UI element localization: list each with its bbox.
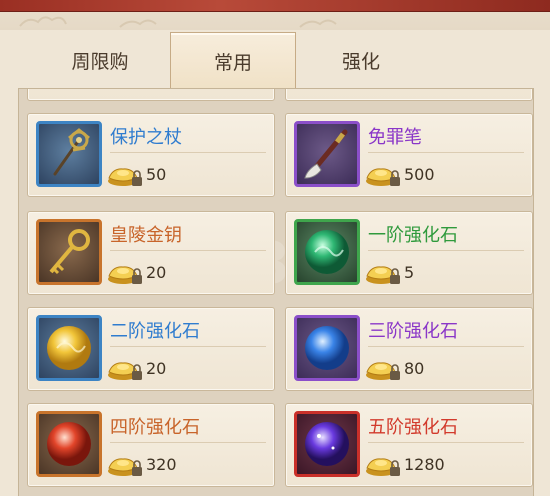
item-price: 80 xyxy=(364,354,424,382)
item-price: 320 xyxy=(106,450,177,478)
item-card[interactable]: 三阶强化石 80 xyxy=(285,307,533,391)
item-card[interactable]: 二阶强化石 20 xyxy=(27,307,275,391)
item-name: 一阶强化石 xyxy=(368,225,458,246)
gold-ingot-lock-icon xyxy=(108,168,142,186)
tab-common[interactable]: 常用 xyxy=(170,32,296,89)
staff-icon[interactable] xyxy=(36,121,102,187)
gold-ingot-lock-icon xyxy=(366,362,400,380)
gold-ingot-lock-icon xyxy=(366,266,400,284)
divider xyxy=(368,346,524,347)
tab-weekly-limited[interactable]: 周限购 xyxy=(30,36,170,84)
item-price: 5 xyxy=(364,258,414,286)
price-value: 5 xyxy=(404,262,415,282)
tab-bar: 周限购 常用 强化 xyxy=(0,30,550,89)
item-card[interactable]: 四阶强化石 320 xyxy=(27,403,275,487)
item-card[interactable]: 皇陵金钥 20 xyxy=(27,211,275,295)
price-value: 80 xyxy=(404,358,425,378)
red-orb-icon[interactable] xyxy=(36,411,102,477)
divider xyxy=(368,152,524,153)
item-price: 20 xyxy=(106,354,166,382)
window-top-border xyxy=(0,0,550,30)
divider xyxy=(110,250,266,251)
divider xyxy=(368,250,524,251)
tab-enhance[interactable]: 强化 xyxy=(294,36,428,84)
item-name: 二阶强化石 xyxy=(110,321,200,342)
item-card[interactable]: 五阶强化石 1280 xyxy=(285,403,533,487)
gold-ingot-lock-icon xyxy=(366,458,400,476)
price-value: 50 xyxy=(146,164,167,184)
tab-label: 常用 xyxy=(213,51,252,74)
blue-orb-icon[interactable] xyxy=(294,315,360,381)
cloud-pattern-decoration xyxy=(19,16,337,28)
item-name: 五阶强化石 xyxy=(368,417,458,438)
price-value: 20 xyxy=(146,262,167,282)
item-name: 四阶强化石 xyxy=(110,417,200,438)
item-name: 保护之杖 xyxy=(110,127,182,148)
item-price: 20 xyxy=(106,258,166,286)
gold-ingot-lock-icon xyxy=(108,362,142,380)
price-value: 500 xyxy=(404,164,435,184)
item-name: 三阶强化石 xyxy=(368,321,458,342)
item-name: 皇陵金钥 xyxy=(110,225,182,246)
price-value: 20 xyxy=(146,358,167,378)
item-name: 免罪笔 xyxy=(368,127,422,148)
item-price: 1280 xyxy=(364,450,445,478)
divider xyxy=(110,152,266,153)
item-card[interactable]: 一阶强化石 5 xyxy=(285,211,533,295)
gold-ingot-lock-icon xyxy=(366,168,400,186)
divider xyxy=(110,442,266,443)
item-price: 50 xyxy=(106,160,166,188)
item-card-partial xyxy=(285,89,533,101)
price-value: 320 xyxy=(146,454,177,474)
item-price: 500 xyxy=(364,160,435,188)
brush-icon[interactable] xyxy=(294,121,360,187)
divider xyxy=(110,346,266,347)
item-card[interactable]: 保护之杖 50 xyxy=(27,113,275,197)
item-card[interactable]: 免罪笔 500 xyxy=(285,113,533,197)
divider xyxy=(368,442,524,443)
gold-ingot-lock-icon xyxy=(108,458,142,476)
golden-key-icon[interactable] xyxy=(36,219,102,285)
yellow-orb-icon[interactable] xyxy=(36,315,102,381)
tab-label: 周限购 xyxy=(71,50,129,73)
price-value: 1280 xyxy=(404,454,445,474)
violet-orb-icon[interactable] xyxy=(294,411,360,477)
green-orb-icon[interactable] xyxy=(294,219,360,285)
item-list-panel[interactable]: 8868 保护之杖50免罪笔500皇陵金钥20一阶强化石5二阶强化石20三阶强化… xyxy=(18,88,534,496)
tab-label: 强化 xyxy=(341,50,380,73)
gold-ingot-lock-icon xyxy=(108,266,142,284)
item-card-partial xyxy=(27,89,275,101)
